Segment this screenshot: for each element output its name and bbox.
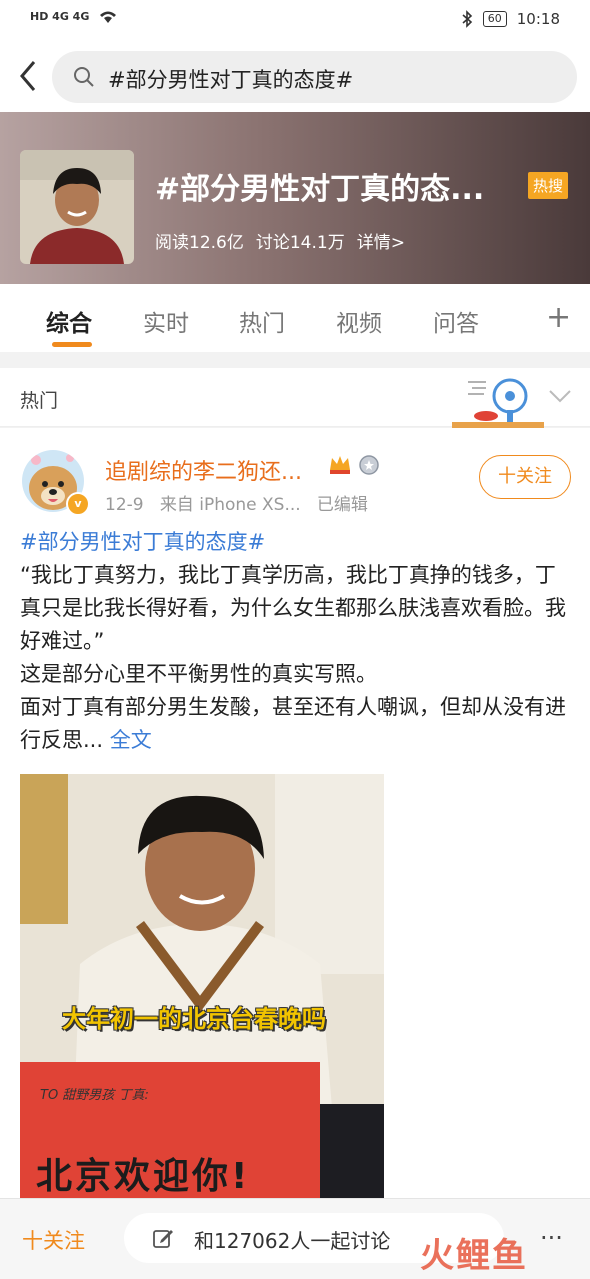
- post-meta: 12-9 来自 iPhone XS... 已编辑: [105, 490, 368, 515]
- more-options-icon[interactable]: ...: [540, 1217, 563, 1245]
- details-link[interactable]: 详情>: [357, 228, 405, 253]
- add-tab-icon[interactable]: +: [546, 300, 571, 335]
- discuss-placeholder: 和127062人一起讨论: [194, 1229, 391, 1253]
- search-bar: #部分男性对丁真的态度#: [0, 40, 590, 112]
- fan-illustration-icon: [452, 378, 544, 428]
- tab-comprehensive[interactable]: 综合: [46, 304, 92, 338]
- topic-stats: 阅读12.6亿 讨论14.1万 详情>: [155, 228, 405, 253]
- verified-badge-icon: v: [66, 492, 90, 516]
- topic-header: #部分男性对丁真的态... 热搜 阅读12.6亿 讨论14.1万 详情>: [0, 112, 590, 284]
- post-line-3-text: 面对丁真有部分男生发酸，甚至还有人嘲讽，但却从没有进行反思...: [20, 695, 566, 752]
- hashtag-link[interactable]: #部分男性对丁真的态度#: [20, 526, 572, 559]
- watermark-logo: 火鲤鱼: [420, 1236, 528, 1276]
- edit-icon: [153, 1230, 173, 1248]
- topic-avatar[interactable]: [20, 150, 134, 264]
- tab-bar: 综合 实时 热门 视频 问答 +: [0, 284, 590, 352]
- medal-icon: [359, 455, 379, 475]
- follow-button[interactable]: 十关注: [479, 455, 571, 499]
- post-card: v 追剧综的李二狗还... 12-9 来自 iPhone XS... 已编辑 十…: [0, 428, 590, 1198]
- battery-indicator: 60: [482, 11, 507, 27]
- post-date: 12-9: [105, 495, 144, 515]
- post-image[interactable]: 大年初一的北京台春晚吗 TO 甜野男孩 丁真: 北京欢迎你!: [20, 774, 384, 1198]
- hot-search-badge: 热搜: [528, 172, 569, 199]
- user-name[interactable]: 追剧综的李二狗还...: [105, 454, 302, 486]
- search-query: #部分男性对丁真的态度#: [108, 68, 354, 92]
- wifi-icon: [100, 11, 117, 23]
- clock: 10:18: [516, 10, 560, 28]
- topic-title: #部分男性对丁真的态...: [155, 172, 485, 207]
- tab-hot[interactable]: 热门: [239, 304, 285, 338]
- read-count: 阅读12.6亿: [155, 233, 244, 253]
- section-header: 热门: [0, 368, 590, 428]
- post-line-3: 面对丁真有部分男生发酸，甚至还有人嘲讽，但却从没有进行反思... 全文: [20, 691, 572, 757]
- post-source: 来自 iPhone XS...: [159, 495, 301, 515]
- search-input[interactable]: #部分男性对丁真的态度#: [52, 51, 577, 103]
- video-caption: 大年初一的北京台春晚吗: [62, 1005, 326, 1033]
- read-more-link[interactable]: 全文: [110, 728, 152, 752]
- active-tab-indicator: [52, 342, 92, 347]
- tab-video[interactable]: 视频: [336, 304, 382, 338]
- bottom-follow-button[interactable]: 十关注: [22, 1225, 85, 1255]
- sign-big-text: 北京欢迎你!: [36, 1156, 251, 1197]
- post-body: #部分男性对丁真的态度# “我比丁真努力，我比丁真学历高，我比丁真挣的钱多，丁真…: [20, 526, 572, 757]
- edited-label: 已编辑: [316, 495, 368, 515]
- search-icon: [74, 67, 94, 87]
- discussion-count: 讨论14.1万: [255, 233, 345, 253]
- chevron-down-icon[interactable]: [548, 386, 572, 406]
- section-title: 热门: [20, 390, 59, 412]
- post-quote: “我比丁真努力，我比丁真学历高，我比丁真挣的钱多，丁真只是比我长得好看，为什么女…: [20, 563, 566, 653]
- crown-icon: [330, 456, 350, 474]
- signal-text: HD 4G 4G: [30, 9, 90, 23]
- tab-qa[interactable]: 问答: [433, 304, 479, 338]
- tab-realtime[interactable]: 实时: [143, 304, 189, 338]
- bluetooth-icon: [462, 10, 472, 28]
- post-line-2: 这是部分心里不平衡男性的真实写照。: [20, 662, 377, 686]
- welcome-sign: TO 甜野男孩 丁真: 北京欢迎你!: [20, 1062, 320, 1198]
- sign-small-text: TO 甜野男孩 丁真:: [40, 1088, 149, 1103]
- status-bar: HD 4G 4G 60 10:18: [0, 0, 590, 40]
- back-arrow-icon[interactable]: [14, 58, 44, 94]
- signal-indicators: HD 4G 4G: [30, 8, 119, 24]
